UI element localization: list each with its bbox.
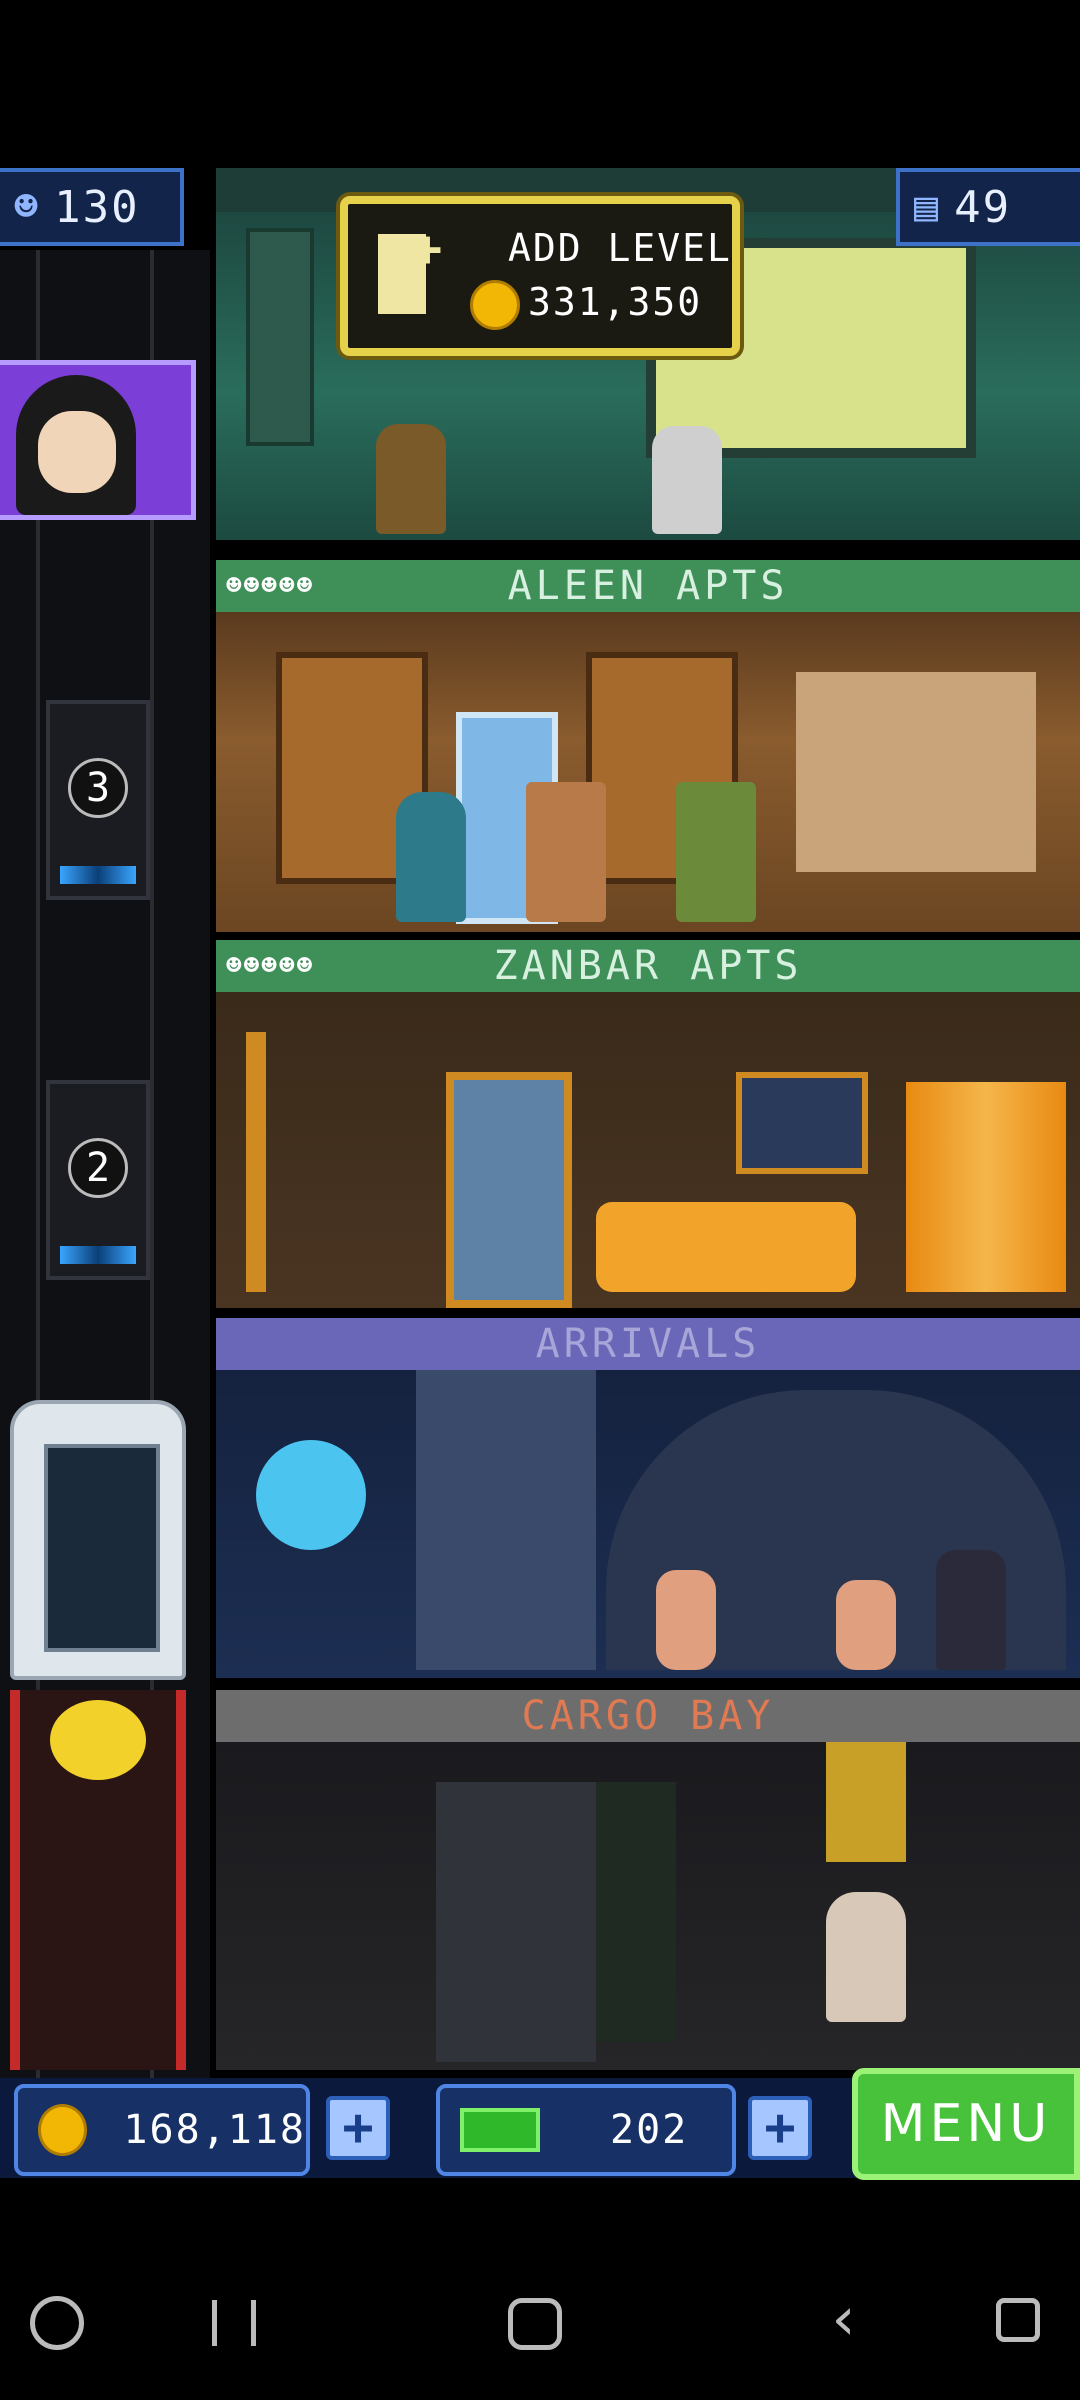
add-bux-button[interactable]: + [748, 2096, 812, 2160]
bitizen-alien-2[interactable] [836, 1580, 896, 1670]
back-icon[interactable]: ‹ [826, 2284, 862, 2354]
car-light [60, 1246, 136, 1264]
bux-icon [460, 2108, 540, 2152]
games-icon[interactable] [30, 2296, 84, 2350]
floor-name: ARRIVALS [535, 1321, 761, 1367]
floor-name: ZANBAR APTS [493, 943, 803, 989]
bitizen-cargo[interactable] [826, 1892, 906, 2022]
bitizen-visitor[interactable] [936, 1550, 1006, 1670]
floor-zanbar-apts[interactable] [216, 992, 1080, 1308]
car-light [60, 866, 136, 884]
add-level-cost: 331,350 [528, 280, 703, 324]
coin-icon [470, 280, 520, 330]
floor-name: CARGO BAY [521, 1693, 775, 1739]
elevator-door [416, 1370, 596, 1670]
elevator-base [10, 1690, 186, 2070]
person-icon: ☻ [14, 184, 41, 230]
population-value: 130 [54, 181, 140, 233]
menu-button[interactable]: MENU [852, 2068, 1080, 2180]
lamp-decoration [246, 228, 314, 446]
coin-icon [38, 2104, 88, 2156]
elevator-car-number: 2 [68, 1138, 128, 1199]
door [446, 1072, 572, 1308]
coins-value: 168,118 [123, 2107, 306, 2153]
bux-value: 202 [610, 2107, 689, 2153]
elevator-car-number: 3 [68, 758, 128, 819]
elevator-shaft[interactable]: 3 2 [0, 250, 210, 2080]
bitizen-hat-2[interactable] [676, 782, 756, 922]
floor-bar-arrivals[interactable]: ARRIVALS [216, 1318, 1080, 1370]
residents-icon: ☻☻☻☻☻ [226, 571, 315, 601]
hologram-decoration [256, 1440, 366, 1550]
elevator-car[interactable]: 3 [46, 700, 150, 900]
lamp-decoration [796, 672, 1036, 872]
crane-claw [826, 1742, 906, 1862]
elevator-car[interactable]: 2 [46, 1080, 150, 1280]
crystal-decoration [906, 1082, 1066, 1292]
bux-display[interactable]: 202 [436, 2084, 736, 2176]
recent-apps-icon[interactable] [212, 2300, 256, 2346]
add-level-title: ADD LEVEL [508, 226, 732, 270]
floor-count-value: 49 [954, 181, 1012, 233]
bitizen-skull[interactable] [652, 426, 722, 534]
player-avatar[interactable] [0, 360, 196, 520]
floor-bar-cargo[interactable]: CARGO BAY [216, 1690, 1080, 1742]
bitizen-fishman[interactable] [396, 792, 466, 922]
sofa [596, 1202, 856, 1292]
population-counter[interactable]: ☻ 130 [0, 168, 184, 246]
coins-display[interactable]: 168,118 [14, 2084, 310, 2176]
bitizen-bear[interactable] [376, 424, 446, 534]
floors-icon: ▤ [914, 184, 941, 230]
home-icon[interactable] [508, 2298, 562, 2350]
door [436, 1782, 596, 2062]
floor-cargo-bay[interactable] [216, 1742, 1080, 2070]
floor-bar-zanbar[interactable]: ☻☻☻☻☻ ZANBAR APTS [216, 940, 1080, 992]
plus-icon: + [412, 220, 443, 278]
add-level-button[interactable]: + ADD LEVEL 331,350 [340, 196, 740, 356]
lamp-decoration [246, 1032, 266, 1292]
add-coins-button[interactable]: + [326, 2096, 390, 2160]
bitizen-hat-1[interactable] [526, 782, 606, 922]
picture-frame [736, 1072, 868, 1174]
residents-icon: ☻☻☻☻☻ [226, 951, 315, 981]
floor-aleen-apts[interactable] [216, 612, 1080, 932]
floor-arrivals[interactable] [216, 1370, 1080, 1678]
main-elevator[interactable] [10, 1400, 186, 1680]
floor-counter[interactable]: ▤ 49 [896, 168, 1080, 246]
console [596, 1782, 676, 2042]
assistant-icon[interactable] [996, 2298, 1040, 2342]
bitizen-alien-1[interactable] [656, 1570, 716, 1670]
floor-bar-aleen[interactable]: ☻☻☻☻☻ ALEEN APTS [216, 560, 1080, 612]
floor-name: ALEEN APTS [507, 563, 789, 609]
